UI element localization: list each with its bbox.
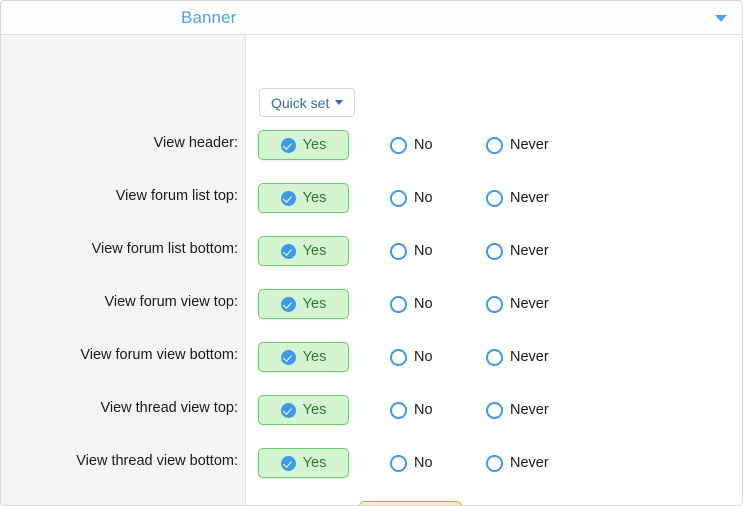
radio-option-label: Never: [510, 349, 549, 365]
radio-option-label: Yes: [302, 190, 327, 206]
radio-option-label: Never: [510, 243, 549, 259]
check-circle-icon: [280, 137, 296, 153]
radio-option-no[interactable]: No: [390, 395, 433, 425]
radio-option-label: Yes: [302, 402, 327, 418]
radio-circle-icon: [390, 295, 407, 313]
radio-circle-icon: [390, 454, 407, 472]
panel-body: Quick set View header: Yes No Never View for…: [1, 35, 742, 505]
radio-option-yes[interactable]: Yes: [282, 501, 330, 505]
check-circle-icon: [280, 190, 296, 206]
row-label: View forum view bottom:: [80, 347, 238, 363]
radio-option-label: Never: [510, 402, 549, 418]
radio-circle-icon: [390, 136, 407, 154]
radio-option-no[interactable]: No: [390, 448, 433, 478]
radio-option-label: Yes: [302, 243, 327, 259]
radio-option-yes[interactable]: Yes: [258, 395, 349, 425]
radio-option-no[interactable]: No: [390, 130, 433, 160]
radio-option-never[interactable]: Never: [486, 289, 549, 319]
radio-circle-icon: [390, 189, 407, 207]
radio-circle-icon: [486, 295, 503, 313]
table-row: View forum list top: Yes No Never: [1, 183, 742, 213]
table-row: View thread view top: Yes No Never: [1, 395, 742, 425]
radio-option-label: Yes: [302, 455, 327, 471]
check-circle-icon: [280, 243, 296, 259]
radio-option-never[interactable]: Never: [486, 342, 549, 372]
row-label: View forum view top:: [104, 294, 238, 310]
row-label: View thread view top:: [100, 400, 238, 416]
radio-option-yes[interactable]: Yes: [258, 130, 349, 160]
radio-option-never[interactable]: Never: [486, 236, 549, 266]
banner-settings-panel: Banner Quick set View header: Yes No Never V…: [0, 0, 743, 506]
page-title: Banner: [181, 8, 237, 27]
table-row: View forum view top: Yes No Never: [1, 289, 742, 319]
radio-option-label: Never: [510, 137, 549, 153]
radio-circle-icon: [486, 348, 503, 366]
table-row: View forum view bottom: Yes No Never: [1, 342, 742, 372]
radio-option-label: No: [414, 296, 433, 312]
quick-set-label: Quick set: [271, 94, 330, 111]
radio-circle-icon: [486, 189, 503, 207]
radio-option-label: Yes: [302, 296, 327, 312]
radio-option-label: Never: [510, 455, 549, 471]
check-circle-icon: [280, 296, 296, 312]
radio-option-label: No: [414, 402, 433, 418]
radio-circle-icon: [486, 136, 503, 154]
radio-circle-icon: [390, 401, 407, 419]
radio-circle-icon: [486, 242, 503, 260]
radio-option-no[interactable]: No: [359, 501, 462, 505]
table-row: View thread view bottom: Yes No Never: [1, 448, 742, 478]
radio-option-label: No: [414, 455, 433, 471]
radio-option-no[interactable]: No: [390, 183, 433, 213]
radio-option-no[interactable]: No: [390, 236, 433, 266]
radio-option-label: No: [414, 190, 433, 206]
table-row: View forum list bottom: Yes No Never: [1, 236, 742, 266]
check-circle-icon: [280, 455, 296, 471]
radio-circle-icon: [390, 348, 407, 366]
radio-option-label: No: [414, 243, 433, 259]
table-row: Admin:YesNoNever: [1, 501, 742, 505]
radio-option-yes[interactable]: Yes: [258, 183, 349, 213]
radio-option-never[interactable]: Never: [486, 448, 549, 478]
row-label: View forum list bottom:: [91, 241, 238, 257]
radio-option-never[interactable]: Never: [486, 395, 549, 425]
quick-set-button[interactable]: Quick set: [259, 88, 356, 117]
radio-option-label: No: [414, 349, 433, 365]
radio-option-yes[interactable]: Yes: [258, 289, 349, 319]
radio-option-no[interactable]: No: [390, 342, 433, 372]
panel-header: Banner: [1, 1, 742, 35]
row-label: View forum list top:: [115, 188, 238, 204]
check-circle-icon: [280, 349, 296, 365]
check-circle-icon: [280, 402, 296, 418]
label-column: [1, 35, 246, 505]
radio-option-no[interactable]: No: [390, 289, 433, 319]
radio-option-label: Yes: [302, 349, 327, 365]
radio-option-label: No: [414, 137, 433, 153]
table-row: View header: Yes No Never: [1, 130, 742, 160]
radio-option-never[interactable]: Never: [486, 183, 549, 213]
radio-circle-icon: [486, 401, 503, 419]
radio-option-label: Yes: [302, 137, 327, 153]
caret-down-icon: [335, 100, 344, 105]
radio-option-label: Never: [510, 296, 549, 312]
radio-option-yes[interactable]: Yes: [258, 236, 349, 266]
radio-circle-icon: [486, 454, 503, 472]
row-label: View thread view bottom:: [76, 453, 238, 469]
radio-option-never[interactable]: Never: [486, 501, 549, 505]
radio-option-yes[interactable]: Yes: [258, 342, 349, 372]
radio-option-label: Never: [510, 190, 549, 206]
chevron-down-icon[interactable]: [715, 15, 727, 22]
radio-option-never[interactable]: Never: [486, 130, 549, 160]
row-label: View header:: [153, 135, 238, 151]
radio-option-yes[interactable]: Yes: [258, 448, 349, 478]
radio-circle-icon: [390, 242, 407, 260]
